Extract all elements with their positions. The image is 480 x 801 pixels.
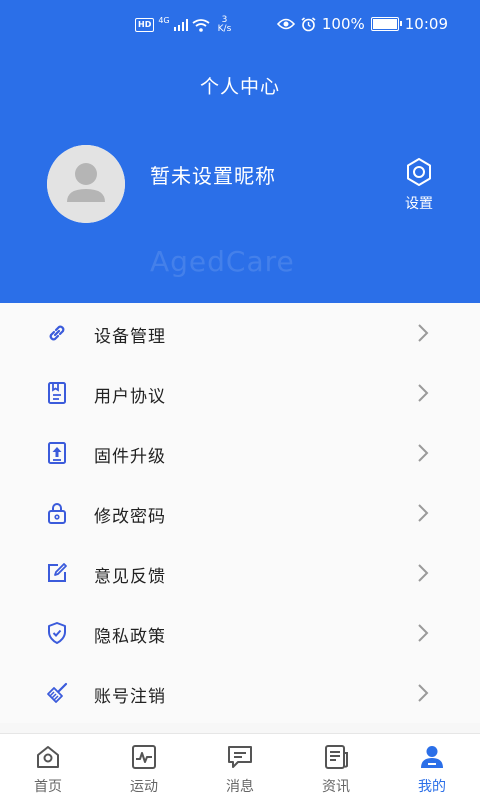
default-avatar-icon — [47, 145, 125, 223]
home-icon — [37, 746, 59, 768]
signal-icon — [173, 19, 188, 31]
eye-icon — [276, 18, 295, 30]
news-icon — [325, 745, 348, 769]
menu-item-label: 意见反馈 — [94, 567, 166, 587]
menu-item-label: 隐私政策 — [94, 627, 166, 647]
network-speed: 3 K/s — [217, 15, 232, 34]
tab-mine[interactable]: 我的 — [384, 734, 480, 801]
broom-icon — [47, 682, 68, 703]
menu-item-device-management[interactable]: 设备管理 — [0, 303, 480, 363]
tab-home[interactable]: 首页 — [0, 734, 96, 801]
menu-item-label: 固件升级 — [94, 447, 166, 467]
status-bar: HD 4G 3 K/s 100% 10:09 — [0, 0, 480, 50]
hd-badge: HD — [135, 18, 155, 32]
menu-item-privacy-policy[interactable]: 隐私政策 — [0, 603, 480, 663]
menu-list: 设备管理 用户协议 固件升级 修改密码 意见反馈 隐私政策 账号注销 — [0, 303, 480, 723]
chevron-right-icon — [418, 564, 429, 582]
gear-icon — [407, 158, 431, 186]
tab-news[interactable]: 资讯 — [288, 734, 384, 801]
activity-icon — [132, 745, 156, 769]
menu-item-user-agreement[interactable]: 用户协议 — [0, 363, 480, 423]
page-title: 个人中心 — [199, 76, 280, 98]
tab-label: 我的 — [418, 779, 446, 795]
settings-label: 设置 — [405, 196, 433, 212]
menu-item-label: 账号注销 — [94, 687, 166, 707]
link-icon — [49, 325, 65, 341]
chevron-right-icon — [418, 384, 429, 402]
menu-item-feedback[interactable]: 意见反馈 — [0, 543, 480, 603]
menu-item-label: 用户协议 — [94, 387, 166, 407]
edit-icon — [48, 563, 67, 582]
message-icon — [228, 746, 252, 768]
watermark-logo: AgedCare — [150, 245, 295, 278]
chevron-right-icon — [418, 324, 429, 342]
tab-label: 首页 — [34, 779, 62, 795]
chevron-right-icon — [418, 624, 429, 642]
bottom-tab-bar: 首页 运动 消息 资讯 我的 — [0, 733, 480, 801]
network-type: 4G — [158, 16, 170, 25]
menu-item-label: 设备管理 — [94, 327, 166, 347]
menu-item-account-cancellation[interactable]: 账号注销 — [0, 663, 480, 723]
profile-header: 个人中心 暂未设置昵称 设置 AgedCare — [0, 50, 480, 303]
chevron-right-icon — [418, 684, 429, 702]
alarm-icon — [301, 16, 316, 31]
battery-percent: 100% — [321, 15, 365, 33]
nickname[interactable]: 暂未设置昵称 — [150, 160, 276, 189]
avatar[interactable] — [47, 145, 125, 223]
battery-icon — [370, 17, 402, 31]
tab-label: 消息 — [226, 779, 254, 795]
tab-messages[interactable]: 消息 — [192, 734, 288, 801]
lock-icon — [48, 503, 66, 524]
menu-item-label: 修改密码 — [94, 507, 166, 527]
upgrade-icon — [48, 442, 66, 464]
shield-icon — [48, 622, 66, 644]
clock: 10:09 — [404, 15, 448, 33]
menu-item-change-password[interactable]: 修改密码 — [0, 483, 480, 543]
menu-item-firmware-upgrade[interactable]: 固件升级 — [0, 423, 480, 483]
profile-icon — [421, 746, 443, 768]
tab-sport[interactable]: 运动 — [96, 734, 192, 801]
tab-label: 运动 — [130, 779, 158, 795]
tab-label: 资讯 — [322, 779, 350, 795]
wifi-icon — [192, 18, 210, 32]
chevron-right-icon — [418, 444, 429, 462]
document-icon — [48, 382, 66, 404]
settings-button[interactable]: 设置 — [398, 157, 440, 213]
chevron-right-icon — [418, 504, 429, 522]
